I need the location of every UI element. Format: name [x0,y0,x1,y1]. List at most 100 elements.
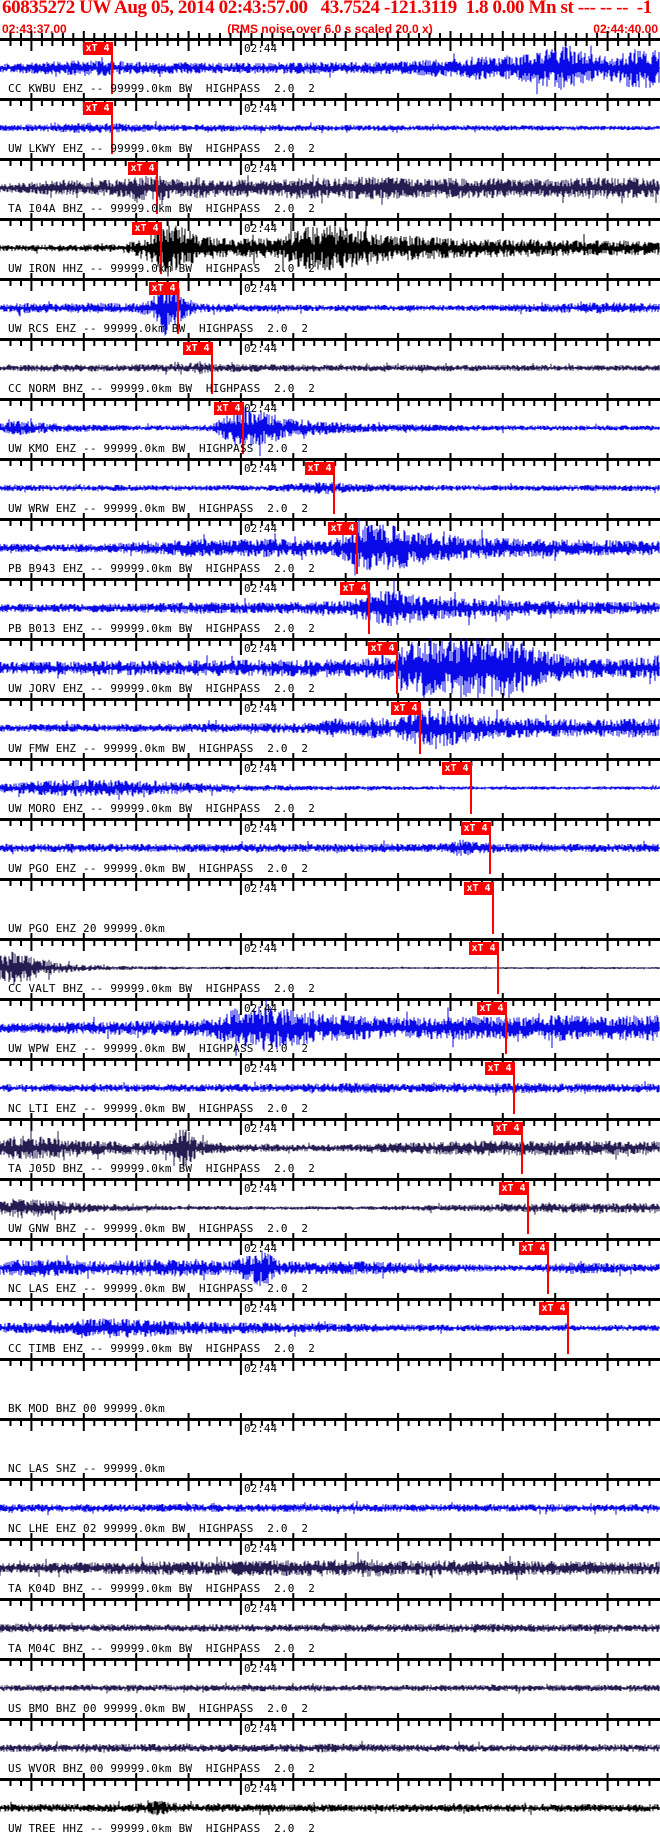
trace-panel[interactable]: 02:44 UW TREE HHZ -- 99999.0km BW HIGHPAS… [0,1778,660,1838]
station-label: UW IRON HHZ -- 99999.0km BW HIGHPASS 2.0… [8,262,316,275]
minute-label: 02:44 [244,1782,278,1795]
trace-panel[interactable]: 02:44 NC LHE EHZ 02 99999.0km BW HIGHPASS… [0,1478,660,1538]
station-label: TA I04A BHZ -- 99999.0km BW HIGHPASS 2.0… [8,202,316,215]
pick-flag[interactable]: xT 4 [519,1242,548,1255]
station-label: BK MOD BHZ 00 99999.0km [8,1402,165,1415]
trace-list: 02:44 xT 4 CC KWBU EHZ -- 99999.0km BW HIG… [0,38,660,1838]
minute-label: 02:44 [244,1722,278,1735]
station-label: CC KWBU EHZ -- 99999.0km BW HIGHPASS 2.0… [8,82,316,95]
minute-label: 02:44 [244,762,278,775]
station-label: UW TREE HHZ -- 99999.0km BW HIGHPASS 2.0… [8,1822,316,1835]
minute-label: 02:44 [244,1602,278,1615]
pick-flag[interactable]: xT 4 [464,882,493,895]
station-label: TA M04C BHZ -- 99999.0km BW HIGHPASS 2.0… [8,1642,316,1655]
trace-panel[interactable]: 02:44 xT 4 UW PGO EHZ 20 99999.0km [0,878,660,938]
minute-label: 02:44 [244,102,278,115]
minute-label: 02:44 [244,1002,278,1015]
station-label: UW RCS EHZ -- 99999.0km BW HIGHPASS 2.0 … [8,322,309,335]
trace-panel[interactable]: 02:44 xT 4 TA J05D BHZ -- 99999.0km BW HIG… [0,1118,660,1178]
trace-panel[interactable]: 02:44 xT 4 UW PGO EHZ -- 99999.0km BW HIGH… [0,818,660,878]
station-label: NC LAS EHZ -- 99999.0km BW HIGHPASS 2.0 … [8,1282,309,1295]
pick-flag[interactable]: xT 4 [539,1302,568,1315]
trace-panel[interactable]: 02:44 xT 4 UW IRON HHZ -- 99999.0km BW HIG… [0,218,660,278]
trace-panel[interactable]: 02:44 xT 4 NC LTI EHZ -- 99999.0km BW HIGH… [0,1058,660,1118]
pick-flag[interactable]: xT 4 [391,702,420,715]
trace-panel[interactable]: 02:44 xT 4 UW JORV EHZ -- 99999.0km BW HIG… [0,638,660,698]
minute-label: 02:44 [244,462,278,475]
pick-flag[interactable]: xT 4 [83,102,112,115]
minute-label: 02:44 [244,942,278,955]
minute-label: 02:44 [244,162,278,175]
trace-panel[interactable]: 02:44 TA M04C BHZ -- 99999.0km BW HIGHPAS… [0,1598,660,1658]
trace-panel[interactable]: 02:44 xT 4 CC NORM BHZ -- 99999.0km BW HIG… [0,338,660,398]
minute-label: 02:44 [244,882,278,895]
pick-flag[interactable]: xT 4 [305,462,334,475]
station-label: UW LKWY EHZ -- 99999.0km BW HIGHPASS 2.0… [8,142,316,155]
pick-flag[interactable]: xT 4 [132,222,161,235]
minute-label: 02:44 [244,1542,278,1555]
pick-flag[interactable]: xT 4 [469,942,498,955]
trace-panel[interactable]: 02:44 xT 4 UW FMW EHZ -- 99999.0km BW HIGH… [0,698,660,758]
trace-panel[interactable]: 02:44 NC LAS SHZ -- 99999.0km [0,1418,660,1478]
trace-panel[interactable]: 02:44 xT 4 UW LKWY EHZ -- 99999.0km BW HIG… [0,98,660,158]
minute-label: 02:44 [244,1422,278,1435]
trace-panel[interactable]: 02:44 xT 4 NC LAS EHZ -- 99999.0km BW HIGH… [0,1238,660,1298]
minute-label: 02:44 [244,1662,278,1675]
pick-flag[interactable]: xT 4 [493,1122,522,1135]
station-label: UW PGO EHZ 20 99999.0km [8,922,165,935]
minute-label: 02:44 [244,342,278,355]
minute-label: 02:44 [244,1362,278,1375]
minute-label: 02:44 [244,282,278,295]
pick-flag[interactable]: xT 4 [461,822,490,835]
station-label: UW PGO EHZ -- 99999.0km BW HIGHPASS 2.0 … [8,862,309,875]
pick-flag[interactable]: xT 4 [442,762,471,775]
pick-flag[interactable]: xT 4 [499,1182,528,1195]
event-header: 60835272 UW Aug 05, 2014 02:43:57.00 43.… [2,0,660,19]
station-label: NC LHE EHZ 02 99999.0km BW HIGHPASS 2.0 … [8,1522,309,1535]
pick-flag[interactable]: xT 4 [128,162,157,175]
pick-flag[interactable]: xT 4 [485,1062,514,1075]
pick-flag[interactable]: xT 4 [340,582,369,595]
minute-label: 02:44 [244,1302,278,1315]
trace-panel[interactable]: 02:44 US WVOR BHZ 00 99999.0km BW HIGHPAS… [0,1718,660,1778]
pick-flag[interactable]: xT 4 [214,402,243,415]
trace-panel[interactable]: 02:44 US BMO BHZ 00 99999.0km BW HIGHPASS… [0,1658,660,1718]
minute-label: 02:44 [244,1482,278,1495]
station-label: PB B013 EHZ -- 99999.0km BW HIGHPASS 2.0… [8,622,316,635]
pick-flag[interactable]: xT 4 [83,42,112,55]
trace-panel[interactable]: 02:44 xT 4 PB B943 EHZ -- 99999.0km BW HIG… [0,518,660,578]
pick-flag[interactable]: xT 4 [477,1002,506,1015]
station-label: CC VALT BHZ -- 99999.0km BW HIGHPASS 2.0… [8,982,316,995]
trace-panel[interactable]: 02:44 TA K04D BHZ -- 99999.0km BW HIGHPAS… [0,1538,660,1598]
trace-panel[interactable]: 02:44 xT 4 UW WPW EHZ -- 99999.0km BW HIGH… [0,998,660,1058]
minute-label: 02:44 [244,582,278,595]
pick-flag[interactable]: xT 4 [183,342,212,355]
trace-panel[interactable]: 02:44 xT 4 TA I04A BHZ -- 99999.0km BW HIG… [0,158,660,218]
station-label: TA K04D BHZ -- 99999.0km BW HIGHPASS 2.0… [8,1582,316,1595]
station-label: NC LAS SHZ -- 99999.0km [8,1462,165,1475]
trace-panel[interactable]: 02:44 xT 4 UW GNW BHZ -- 99999.0km BW HIGH… [0,1178,660,1238]
trace-panel[interactable]: 02:44 xT 4 CC VALT BHZ -- 99999.0km BW HIG… [0,938,660,998]
minute-label: 02:44 [244,1122,278,1135]
trace-panel[interactable]: 02:44 xT 4 CC KWBU EHZ -- 99999.0km BW HIG… [0,38,660,98]
trace-panel[interactable]: 02:44 BK MOD BHZ 00 99999.0km [0,1358,660,1418]
trace-panel[interactable]: 02:44 xT 4 UW KMO EHZ -- 99999.0km BW HIGH… [0,398,660,458]
minute-label: 02:44 [244,642,278,655]
station-label: TA J05D BHZ -- 99999.0km BW HIGHPASS 2.0… [8,1162,316,1175]
pick-flag[interactable]: xT 4 [149,282,178,295]
station-label: CC TIMB EHZ -- 99999.0km BW HIGHPASS 2.0… [8,1342,316,1355]
trace-panel[interactable]: 02:44 xT 4 UW MORO EHZ -- 99999.0km BW HIG… [0,758,660,818]
station-label: US BMO BHZ 00 99999.0km BW HIGHPASS 2.0 … [8,1702,309,1715]
station-label: US WVOR BHZ 00 99999.0km BW HIGHPASS 2.0… [8,1762,316,1775]
minute-label: 02:44 [244,402,278,415]
trace-panel[interactable]: 02:44 xT 4 CC TIMB EHZ -- 99999.0km BW HIG… [0,1298,660,1358]
station-label: UW KMO EHZ -- 99999.0km BW HIGHPASS 2.0 … [8,442,309,455]
pick-flag[interactable]: xT 4 [328,522,357,535]
station-label: UW JORV EHZ -- 99999.0km BW HIGHPASS 2.0… [8,682,316,695]
station-label: UW GNW BHZ -- 99999.0km BW HIGHPASS 2.0 … [8,1222,309,1235]
trace-panel[interactable]: 02:44 xT 4 PB B013 EHZ -- 99999.0km BW HIG… [0,578,660,638]
trace-panel[interactable]: 02:44 xT 4 UW WRW EHZ -- 99999.0km BW HIGH… [0,458,660,518]
pick-flag[interactable]: xT 4 [368,642,397,655]
station-label: NC LTI EHZ -- 99999.0km BW HIGHPASS 2.0 … [8,1102,309,1115]
trace-panel[interactable]: 02:44 xT 4 UW RCS EHZ -- 99999.0km BW HIGH… [0,278,660,338]
